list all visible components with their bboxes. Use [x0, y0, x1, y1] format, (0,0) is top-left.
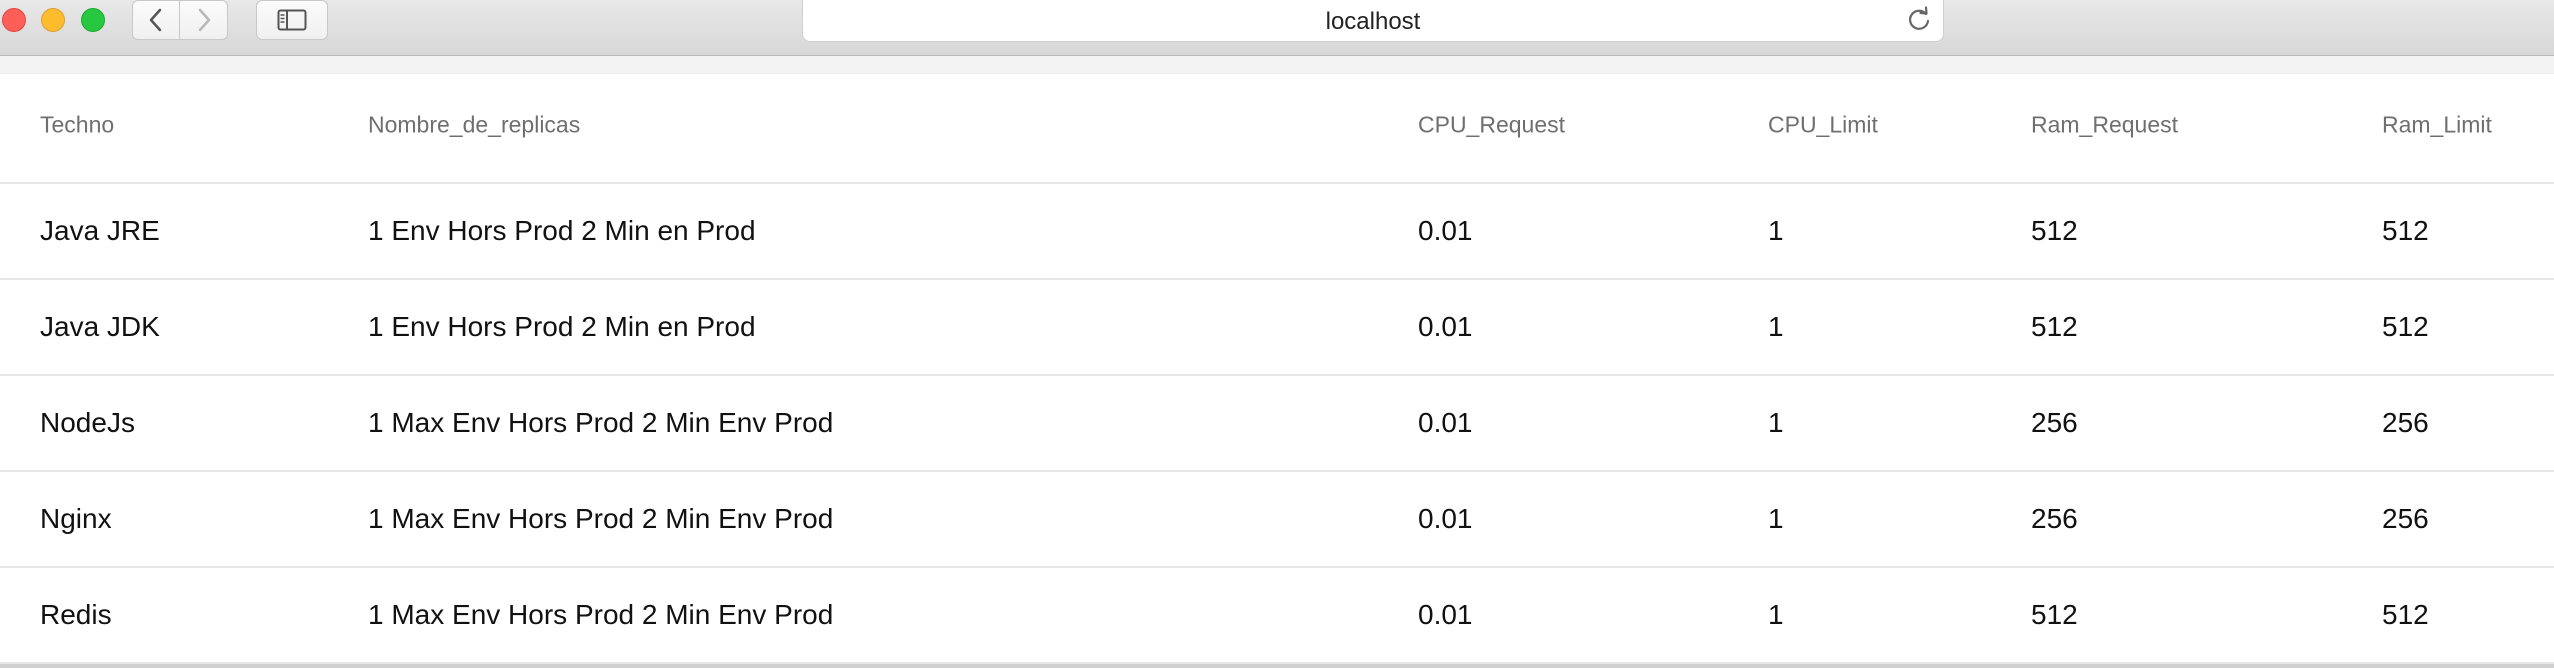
- reload-icon[interactable]: [1905, 6, 1933, 34]
- column-header-ram-request: Ram_Request: [2031, 111, 2179, 138]
- cell-cpu-request: 0.01: [1418, 599, 1473, 630]
- sidebar-icon: [277, 9, 307, 31]
- browser-toolbar: localhost: [0, 0, 2554, 56]
- column-header-cpu-limit: CPU_Limit: [1768, 111, 1878, 138]
- table-header-row: Techno Nombre_de_replicas CPU_Request CP…: [0, 74, 2554, 184]
- cell-cpu-limit: 1: [1768, 311, 1784, 342]
- cell-ram-limit: 512: [2382, 599, 2429, 630]
- cell-ram-limit: 256: [2382, 503, 2429, 534]
- column-header-techno: Techno: [40, 111, 115, 138]
- minimize-window-icon[interactable]: [41, 8, 65, 32]
- cell-techno: Redis: [40, 599, 112, 630]
- forward-button[interactable]: [180, 0, 228, 40]
- cell-techno: Nginx: [40, 503, 112, 534]
- cell-ram-request: 512: [2031, 599, 2078, 630]
- chevron-left-icon: [149, 8, 162, 32]
- cell-replicas: 1 Max Env Hors Prod 2 Min Env Prod: [368, 407, 834, 438]
- close-window-icon[interactable]: [2, 8, 26, 32]
- address-bar[interactable]: localhost: [802, 0, 1944, 42]
- cell-techno: Java JDK: [40, 311, 160, 342]
- cell-ram-limit: 512: [2382, 215, 2429, 246]
- table-row: Nginx 1 Max Env Hors Prod 2 Min Env Prod…: [0, 472, 2554, 568]
- table-row: NodeJs 1 Max Env Hors Prod 2 Min Env Pro…: [0, 376, 2554, 472]
- table-row: Java JRE 1 Env Hors Prod 2 Min en Prod 0…: [0, 184, 2554, 280]
- maximize-window-icon[interactable]: [81, 8, 105, 32]
- cell-replicas: 1 Max Env Hors Prod 2 Min Env Prod: [368, 599, 834, 630]
- cell-replicas: 1 Max Env Hors Prod 2 Min Env Prod: [368, 503, 834, 534]
- column-header-cpu-request: CPU_Request: [1418, 111, 1566, 138]
- cell-ram-limit: 256: [2382, 407, 2429, 438]
- window-bottom-edge: [0, 664, 2554, 668]
- column-header-ram-limit: Ram_Limit: [2382, 111, 2492, 138]
- url-text: localhost: [1325, 8, 1421, 35]
- table-row: Redis 1 Max Env Hors Prod 2 Min Env Prod…: [0, 568, 2554, 664]
- cell-cpu-request: 0.01: [1418, 215, 1473, 246]
- back-button[interactable]: [132, 0, 180, 40]
- cell-ram-request: 256: [2031, 407, 2078, 438]
- cell-techno: Java JRE: [40, 215, 160, 246]
- cell-cpu-limit: 1: [1768, 503, 1784, 534]
- cell-cpu-request: 0.01: [1418, 503, 1473, 534]
- table-row: Java JDK 1 Env Hors Prod 2 Min en Prod 0…: [0, 280, 2554, 376]
- data-table: Techno Nombre_de_replicas CPU_Request CP…: [0, 74, 2554, 664]
- chevron-right-icon: [198, 8, 210, 32]
- cell-ram-request: 512: [2031, 215, 2078, 246]
- cell-ram-limit: 512: [2382, 311, 2429, 342]
- cell-cpu-limit: 1: [1768, 599, 1784, 630]
- content-top-divider: [0, 56, 2554, 74]
- cell-cpu-request: 0.01: [1418, 407, 1473, 438]
- cell-cpu-request: 0.01: [1418, 311, 1473, 342]
- cell-ram-request: 512: [2031, 311, 2078, 342]
- cell-ram-request: 256: [2031, 503, 2078, 534]
- cell-replicas: 1 Env Hors Prod 2 Min en Prod: [368, 311, 756, 342]
- cell-techno: NodeJs: [40, 407, 135, 438]
- sidebar-button[interactable]: [256, 0, 328, 40]
- column-header-replicas: Nombre_de_replicas: [368, 111, 581, 138]
- cell-cpu-limit: 1: [1768, 215, 1784, 246]
- cell-replicas: 1 Env Hors Prod 2 Min en Prod: [368, 215, 756, 246]
- cell-cpu-limit: 1: [1768, 407, 1784, 438]
